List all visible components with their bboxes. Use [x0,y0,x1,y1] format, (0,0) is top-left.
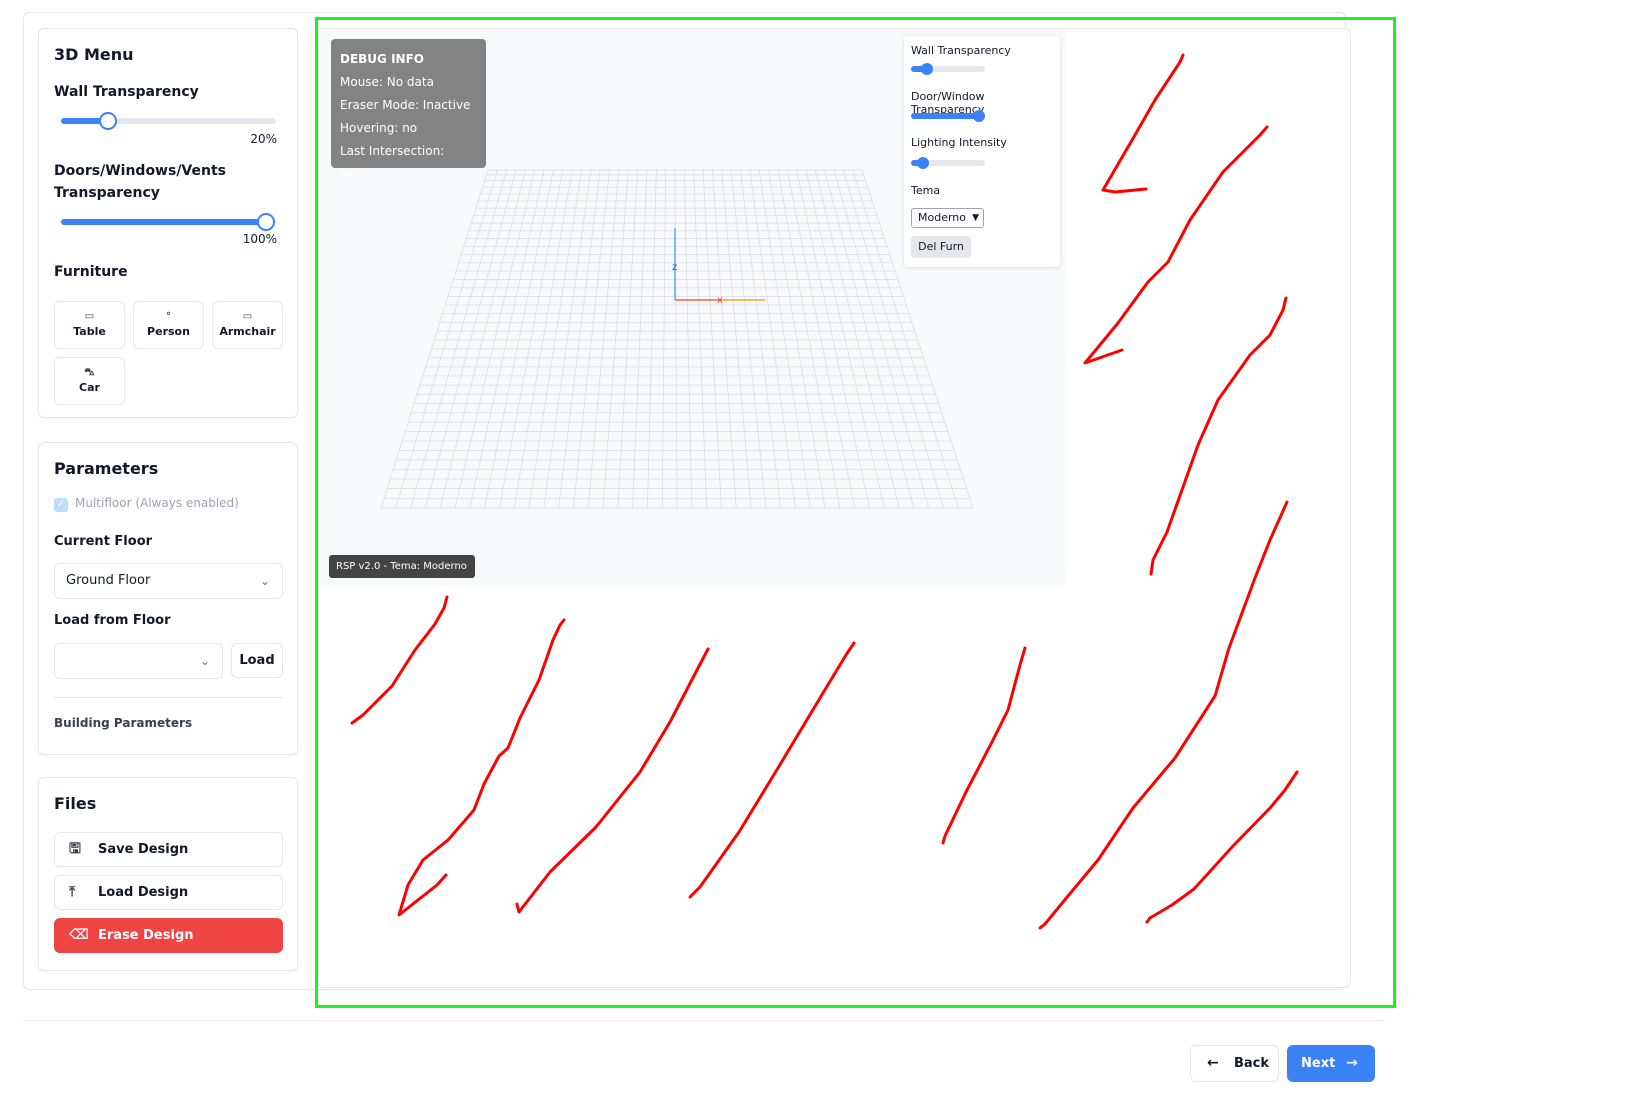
furniture-table-button[interactable]: ▭ Table [54,301,125,349]
files-title: Files [54,794,97,813]
back-button[interactable]: ← Back [1190,1045,1279,1082]
doors-transparency-slider[interactable] [61,213,276,231]
parameters-panel: Parameters ✓ Multifloor (Always enabled)… [38,442,298,755]
building-parameters-link[interactable]: Building Parameters [54,716,192,730]
furniture-armchair-button[interactable]: ▭ Armchair [212,301,283,349]
chevron-down-icon: ⌄ [259,574,270,588]
furniture-armchair-label: Armchair [219,325,276,338]
save-design-label: Save Design [98,842,189,857]
doors-transparency-label: Doors/Windows/Vents Transparency [54,163,226,201]
furniture-car-button[interactable]: ⛍ Car [54,357,125,405]
multifloor-checkbox[interactable]: ✓ [54,498,68,512]
current-floor-value: Ground Floor [66,573,151,588]
load-from-floor-label: Load from Floor [54,613,171,628]
load-design-label: Load Design [98,885,189,900]
multifloor-label: Multifloor (Always enabled) [75,496,239,510]
chevron-down-icon: ⌄ [199,654,210,668]
arrow-right-icon: → [1346,1055,1358,1071]
menu-3d-title: 3D Menu [54,45,134,64]
current-floor-label: Current Floor [54,534,153,549]
car-icon: ⛍ [84,367,95,378]
upload-icon: ⤒ [69,884,76,900]
rectangle-icon: ▭ [242,311,253,322]
furniture-label: Furniture [54,264,128,280]
wall-transparency-thumb[interactable] [99,112,117,130]
load-floor-button[interactable]: Load [231,643,283,678]
rectangle-icon: ▭ [84,311,95,322]
load-from-floor-select[interactable]: ⌄ [54,643,223,679]
furniture-person-button[interactable]: ° Person [133,301,204,349]
furniture-table-label: Table [73,325,106,338]
circle-icon: ° [166,311,171,322]
load-design-button[interactable]: ⤒ Load Design [54,875,283,910]
erase-design-label: Erase Design [98,928,194,943]
divider [54,697,283,698]
annotation-frame [315,17,1396,1008]
doors-transparency-value: 100% [242,232,277,246]
wall-transparency-label: Wall Transparency [54,84,199,100]
parameters-title: Parameters [54,459,159,478]
files-panel: Files 🖫 Save Design ⤒ Load Design ⌫ Eras… [38,777,298,971]
save-design-button[interactable]: 🖫 Save Design [54,832,283,867]
next-label: Next [1301,1056,1336,1071]
eraser-icon: ⌫ [69,927,89,943]
current-floor-select[interactable]: Ground Floor ⌄ [54,563,283,599]
doors-transparency-thumb[interactable] [257,213,275,231]
arrow-left-icon: ← [1207,1055,1219,1071]
wall-transparency-value: 20% [250,132,277,146]
erase-design-button[interactable]: ⌫ Erase Design [54,918,283,953]
next-button[interactable]: Next → [1287,1045,1375,1082]
wall-transparency-slider[interactable] [61,112,276,130]
furniture-person-label: Person [147,325,190,338]
furniture-car-label: Car [79,381,100,394]
back-label: Back [1234,1056,1270,1071]
save-icon: 🖫 [69,841,81,857]
menu-3d-panel: 3D Menu Wall Transparency 20% Doors/Wind… [38,28,298,418]
footer-divider [23,1020,1383,1021]
